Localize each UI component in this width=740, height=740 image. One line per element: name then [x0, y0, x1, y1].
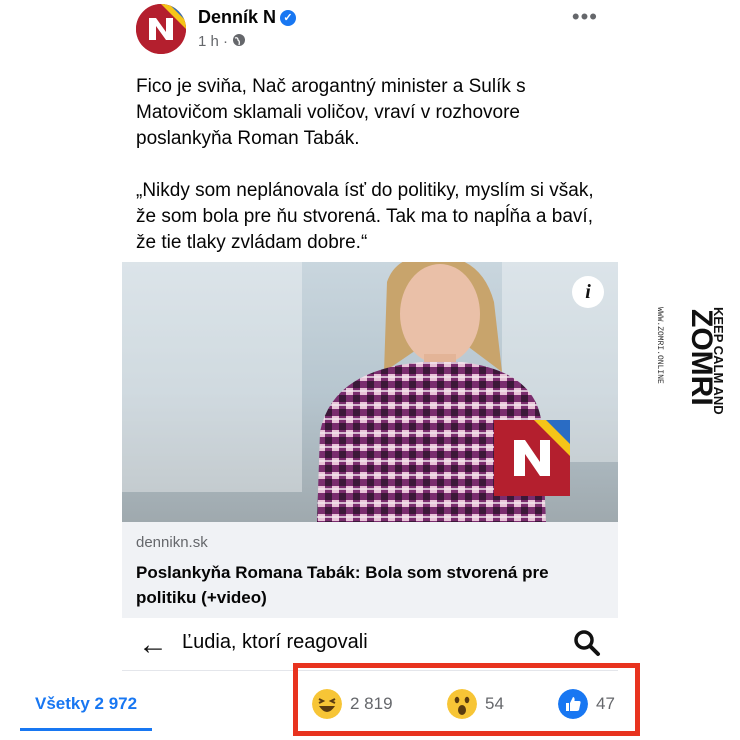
- active-tab-underline: [20, 728, 152, 731]
- post-text-paragraph-2: „Nikdy som neplánovala ísť do politiky, …: [136, 180, 594, 253]
- search-icon[interactable]: [572, 628, 602, 658]
- post-time[interactable]: 1 h ·: [198, 33, 232, 50]
- info-icon[interactable]: i: [572, 276, 604, 308]
- link-preview[interactable]: dennikn.sk Poslankyňa Romana Tabák: Bola…: [122, 522, 618, 618]
- zomri-watermark-logo: KEEP CALM AND ZOMRI WWW.ZOMRI.ONLINE: [655, 307, 726, 415]
- link-title[interactable]: Poslankyňa Romana Tabák: Bola som stvore…: [136, 560, 596, 610]
- page-name-text[interactable]: Denník N: [198, 7, 276, 27]
- more-options-icon[interactable]: •••: [572, 4, 598, 30]
- post-header: Denník N ✓ 1 h · •••: [136, 4, 606, 54]
- dennikn-watermark-logo-icon: [494, 420, 570, 496]
- tab-all-reactions[interactable]: Všetky 2 972: [35, 694, 137, 714]
- article-photo[interactable]: i: [122, 262, 618, 522]
- verified-icon: ✓: [280, 10, 297, 26]
- back-arrow-icon[interactable]: ←: [138, 628, 168, 662]
- reactions-header-title: Ľudia, ktorí reagovali: [182, 631, 368, 653]
- page-name[interactable]: Denník N ✓: [198, 7, 297, 28]
- page-avatar[interactable]: [136, 4, 186, 54]
- post-text-paragraph-1: Fico je sviňa, Nač arogantný minister a …: [136, 76, 526, 149]
- globe-icon: [233, 34, 246, 46]
- post-meta: 1 h ·: [198, 33, 246, 50]
- link-domain: dennikn.sk: [136, 534, 208, 551]
- watermark-zomri: ZOMRI: [685, 309, 718, 406]
- post-text: Fico je sviňa, Nač arogantný minister a …: [136, 74, 606, 282]
- zomri-watermark: KEEP CALM AND ZOMRI WWW.ZOMRI.ONLINE: [655, 305, 726, 445]
- watermark-url: WWW.ZOMRI.ONLINE: [656, 307, 664, 384]
- highlight-box: [293, 663, 640, 736]
- dennikn-logo-icon: [136, 4, 186, 54]
